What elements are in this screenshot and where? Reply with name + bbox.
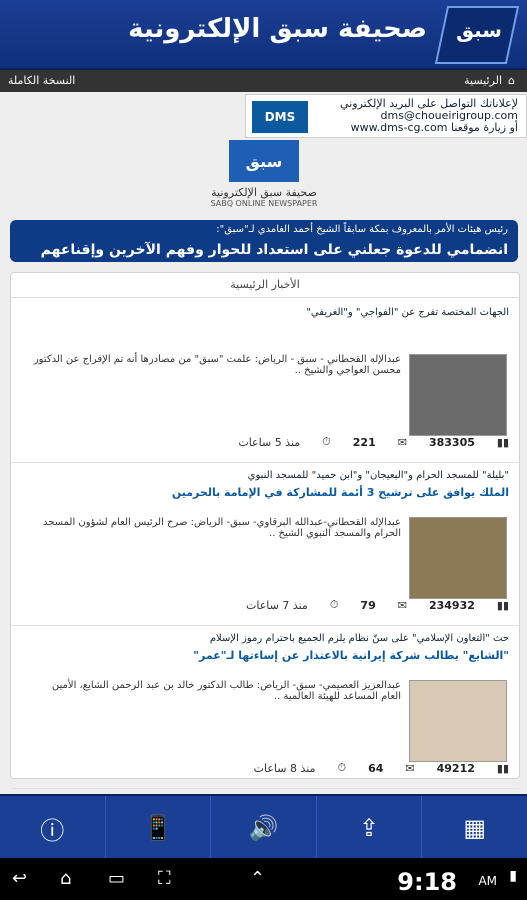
screenshot-icon[interactable]: ⛶ bbox=[158, 868, 171, 889]
system-bar: ↩ ⌂ ▭ ⛶ ⌃ 9:18 AM ▮ bbox=[0, 858, 527, 900]
news-thumbnail bbox=[409, 354, 507, 436]
chevron-up-icon[interactable]: ⌃ bbox=[250, 868, 265, 889]
time-icon: ⏱ bbox=[329, 598, 339, 611]
news-item[interactable]: "بليلة" للمسجد الحرام و"البعيجان" و"ابن … bbox=[11, 462, 519, 626]
comments-icon: ✉ bbox=[397, 435, 407, 449]
app-title: صحيفة سبق الإلكترونية bbox=[128, 14, 427, 44]
home-icon: ⌂ bbox=[508, 74, 515, 87]
news-item[interactable]: الجهات المختصة تفرج عن "الفواجي" و"الغري… bbox=[11, 299, 519, 463]
mobile-button[interactable]: 📱 bbox=[106, 796, 212, 860]
views-icon: ▮▮ bbox=[496, 761, 509, 775]
time-icon: ⏱ bbox=[322, 435, 331, 448]
ad-banner[interactable]: DMS لإعلاناتك التواصل على البريد الإلكتر… bbox=[245, 94, 527, 138]
app-header: صحيفة سبق الإلكترونية سبق bbox=[0, 0, 527, 70]
news-panel: الأخبار الرئيسية الجهات المختصة تفرج عن … bbox=[10, 272, 520, 789]
views-icon: ▮▮ bbox=[496, 435, 509, 449]
recents-icon[interactable]: ▭ bbox=[108, 868, 125, 889]
battery-icon: ▮ bbox=[509, 868, 517, 884]
info-button[interactable]: ⓘ bbox=[0, 796, 106, 860]
news-thumbnail bbox=[409, 680, 507, 762]
comments-icon: ✉ bbox=[405, 761, 415, 775]
news-thumbnail bbox=[409, 517, 507, 599]
home-nav-link[interactable]: ⌂ الرئيسية bbox=[464, 74, 515, 87]
back-icon[interactable]: ↩ bbox=[12, 868, 27, 889]
home-icon[interactable]: ⌂ bbox=[60, 868, 71, 889]
news-heading: الأخبار الرئيسية bbox=[11, 273, 519, 298]
nav-bar: ⌂ الرئيسية النسخة الكاملة bbox=[0, 70, 527, 92]
center-logo: سبق صحيفة سبق الإلكترونية SABQ ONLINE NE… bbox=[210, 140, 318, 210]
views-icon: ▮▮ bbox=[496, 598, 509, 612]
full-version-link[interactable]: النسخة الكاملة bbox=[8, 74, 75, 87]
app-logo: سبق bbox=[434, 6, 520, 64]
sections-button[interactable]: ▦ bbox=[422, 796, 527, 860]
news-item[interactable]: حث "التعاون الإسلامي" على سنّ نظام يلزم … bbox=[11, 625, 519, 789]
audio-button[interactable]: 🔊 bbox=[211, 796, 317, 860]
time-icon: ⏱ bbox=[337, 761, 347, 774]
share-button[interactable]: ⇪ bbox=[317, 796, 423, 860]
comments-icon: ✉ bbox=[397, 598, 407, 612]
featured-notice[interactable]: رئيس هيئات الأمر بالمعروف بمكة سابقاً ال… bbox=[10, 220, 518, 262]
ad-brand: DMS bbox=[252, 101, 308, 133]
bottom-toolbar: ⓘ 📱 🔊 ⇪ ▦ bbox=[0, 794, 527, 860]
